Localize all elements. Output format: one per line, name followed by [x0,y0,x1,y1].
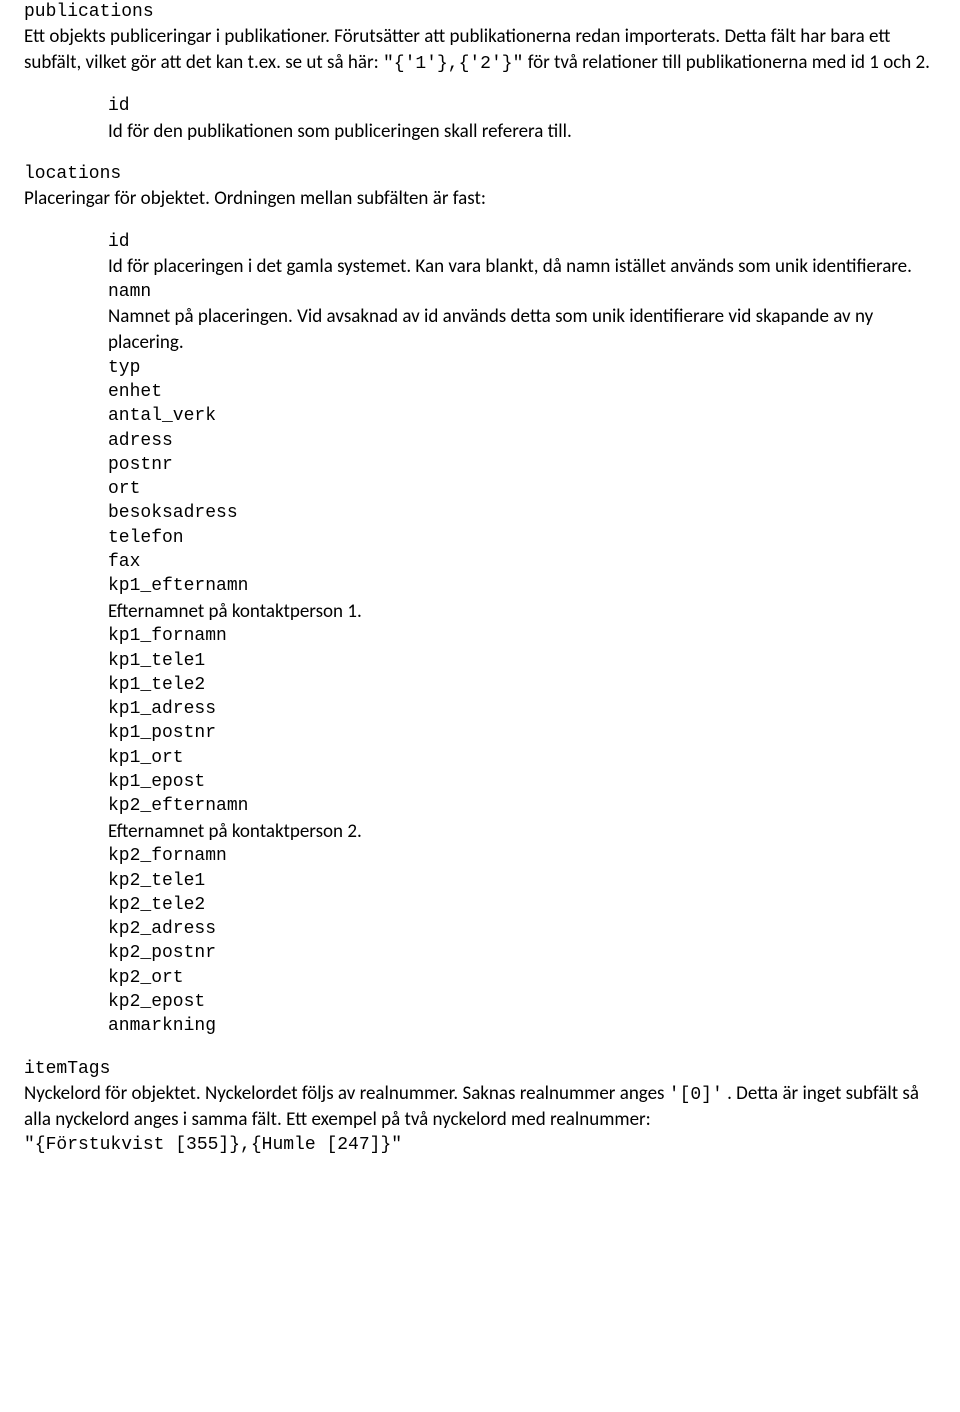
itemtags-example: "{Förstukvist [355]},{Humle [247]}" [24,1133,936,1157]
locations-sub-fax: fax [108,550,936,574]
locations-sub-enhet: enhet [108,380,936,404]
locations-sub-postnr: postnr [108,453,936,477]
locations-sub-kp2-adress: kp2_adress [108,917,936,941]
publications-desc-text-2: för två relationer till publikationerna … [528,51,930,74]
locations-sub-namn-label: namn [108,280,936,304]
locations-sub-anmarkning: anmarkning [108,1014,936,1038]
itemtags-heading: itemTags [24,1057,936,1081]
locations-sub-adress: adress [108,429,936,453]
publications-sub-id-desc: Id för den publikationen som publicering… [108,119,936,145]
locations-sub-kp1-epost: kp1_epost [108,770,936,794]
itemtags-desc-a: Nyckelord för objektet. Nyckelordet följ… [24,1082,669,1105]
locations-sub-kp2-ort: kp2_ort [108,966,936,990]
locations-heading: locations [24,162,936,186]
itemtags-desc: Nyckelord för objektet. Nyckelordet följ… [24,1081,936,1133]
locations-sub-kp1-efternamn: kp1_efternamn [108,574,936,598]
locations-sub-kp1-tele1: kp1_tele1 [108,649,936,673]
publications-desc: Ett objekts publiceringar i publikatione… [24,24,936,76]
locations-sub-id-label: id [108,230,936,254]
locations-sub-telefon: telefon [108,526,936,550]
locations-sub-kp2-efternamn: kp2_efternamn [108,794,936,818]
locations-sub-kp1-efternamn-desc: Efternamnet på kontaktperson 1. [108,599,936,625]
locations-sub-kp1-adress: kp1_adress [108,697,936,721]
locations-sub-besoksadress: besoksadress [108,501,936,525]
locations-sub-kp1-postnr: kp1_postnr [108,721,936,745]
locations-sub-namn-desc: Namnet på placeringen. Vid avsaknad av i… [108,304,936,355]
locations-sub-kp2-tele1: kp2_tele1 [108,869,936,893]
locations-sub-kp2-epost: kp2_epost [108,990,936,1014]
itemtags-desc-code1: '[0]' [669,1085,723,1105]
locations-sub-kp1-fornamn: kp1_fornamn [108,624,936,648]
locations-sub-kp1-ort: kp1_ort [108,746,936,770]
locations-sub-ort: ort [108,477,936,501]
locations-sub-kp2-postnr: kp2_postnr [108,941,936,965]
locations-sub-kp2-fornamn: kp2_fornamn [108,844,936,868]
locations-sub-kp2-efternamn-desc: Efternamnet på kontaktperson 2. [108,819,936,845]
publications-heading: publications [24,0,936,24]
locations-sub-antal-verk: antal_verk [108,404,936,428]
locations-desc: Placeringar för objektet. Ordningen mell… [24,186,936,212]
locations-sub-kp1-tele2: kp1_tele2 [108,673,936,697]
publications-desc-code: "{'1'},{'2'}" [383,54,523,74]
publications-sub-id-label: id [108,94,936,118]
locations-sub-kp2-tele2: kp2_tele2 [108,893,936,917]
locations-sub-typ: typ [108,356,936,380]
locations-sub-id-desc: Id för placeringen i det gamla systemet.… [108,254,936,280]
